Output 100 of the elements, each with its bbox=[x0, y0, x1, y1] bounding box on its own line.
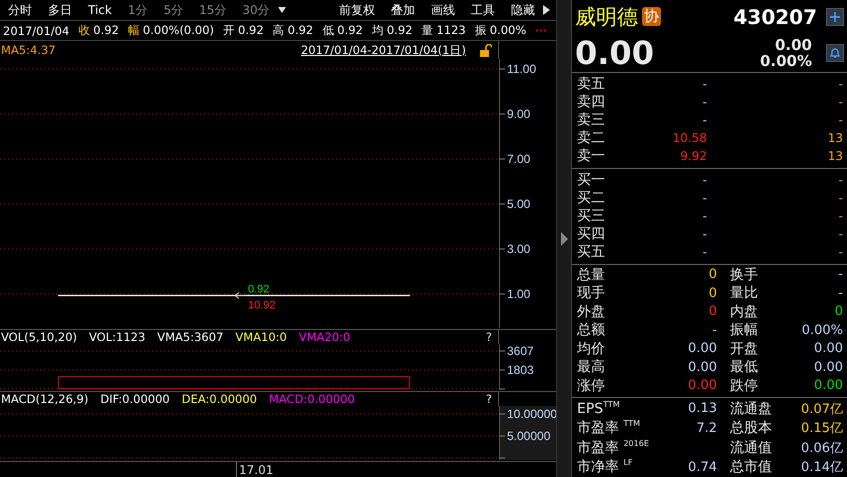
macd-legend: DEA:0.00000 bbox=[182, 392, 257, 406]
metric-label: 总市值 bbox=[729, 458, 773, 476]
order-label: 卖一 bbox=[577, 146, 606, 164]
volume-legend: VMA10:0 bbox=[235, 330, 287, 344]
quote-value: 0.00% bbox=[490, 23, 526, 38]
quote-label: 幅 bbox=[128, 23, 140, 38]
plus-icon[interactable] bbox=[830, 12, 840, 22]
axis-label: 11.00 bbox=[507, 62, 536, 76]
date-range-link[interactable]: 2017/01/04-2017/01/04(1日) bbox=[300, 42, 466, 58]
macd-legend: MACD:0.00000 bbox=[268, 392, 355, 406]
price-change: 0.00 bbox=[774, 36, 812, 52]
stat-label: 涨停 bbox=[577, 376, 606, 395]
metric-label: 流通值 bbox=[729, 438, 773, 457]
stat-label: 换手 bbox=[729, 266, 759, 284]
axis-label: 1.00 bbox=[507, 287, 530, 301]
metric-label: 市盈率 $^{TTM}$ bbox=[577, 419, 641, 438]
quote-label: 开 bbox=[223, 23, 236, 38]
help-link[interactable]: ? bbox=[486, 330, 492, 344]
order-price: - bbox=[702, 112, 707, 126]
metric-label: 市净率 $^{LF}$ bbox=[577, 458, 634, 476]
volume-legend: VOL(5,10,20) bbox=[1, 330, 77, 344]
bell-icon[interactable] bbox=[829, 46, 841, 58]
metric-value: 7.2 bbox=[695, 420, 717, 436]
order-volume: - bbox=[838, 226, 843, 240]
volume-legend: VMA20:0 bbox=[298, 330, 350, 344]
macd-legend: DIF:0.00000 bbox=[100, 392, 170, 406]
metric-value: 0.06亿 bbox=[800, 440, 843, 457]
stat-label: 最高 bbox=[577, 358, 606, 376]
stat-value: 0.00 bbox=[813, 378, 843, 394]
order-price: - bbox=[702, 244, 707, 258]
more-icon[interactable] bbox=[535, 29, 548, 32]
toolbar-button[interactable]: 工具 bbox=[463, 2, 503, 18]
stat-value: 0 bbox=[708, 286, 717, 301]
order-price: - bbox=[702, 226, 707, 240]
stat-value: 0.00 bbox=[813, 360, 843, 375]
quote-label: 振 bbox=[474, 23, 487, 38]
order-volume: - bbox=[838, 172, 843, 186]
quote-value: 1123 bbox=[436, 23, 466, 38]
metric-value: 0.14亿 bbox=[800, 459, 843, 476]
stat-value: 0.00 bbox=[687, 341, 717, 356]
add-button[interactable] bbox=[826, 8, 844, 26]
bell-button[interactable] bbox=[826, 44, 844, 62]
toolbar-button[interactable]: 隐藏 bbox=[503, 2, 543, 18]
ma-legend: MA5:4.37 bbox=[1, 43, 56, 57]
order-label: 买五 bbox=[577, 242, 606, 260]
order-label: 卖五 bbox=[577, 74, 606, 92]
collapse-icon[interactable] bbox=[560, 232, 568, 246]
metric-value: 0.13 bbox=[687, 401, 717, 416]
metric-label: EPS$^{TTM}$ bbox=[577, 400, 621, 417]
quote-value: 0.92 bbox=[93, 23, 119, 38]
help-link[interactable]: ? bbox=[486, 392, 492, 406]
toolbar-button[interactable]: 画线 bbox=[423, 2, 463, 18]
volume-legend: VMA5:3607 bbox=[157, 330, 224, 344]
stock-name: 威明德 bbox=[575, 4, 638, 31]
period-tab[interactable]: 分时 bbox=[0, 2, 40, 18]
metric-label: 总股本 bbox=[729, 419, 773, 438]
period-tab[interactable]: 多日 bbox=[40, 2, 80, 18]
stat-value: 0.00 bbox=[687, 378, 717, 394]
toolbar-button[interactable]: 叠加 bbox=[383, 2, 423, 18]
period-tab[interactable]: Tick bbox=[80, 3, 120, 17]
stat-label: 开盘 bbox=[729, 340, 759, 358]
lock-icon[interactable] bbox=[480, 44, 492, 56]
axis-label: 5.00 bbox=[507, 197, 530, 211]
metric-label: 流通盘 bbox=[729, 400, 773, 418]
order-volume: - bbox=[838, 76, 843, 90]
order-price: - bbox=[702, 172, 707, 186]
toolbar-button[interactable]: 前复权 bbox=[331, 2, 383, 18]
axis-label: 3.00 bbox=[507, 242, 530, 256]
quote-date: 2017/01/04 bbox=[3, 24, 70, 38]
order-volume: - bbox=[838, 112, 843, 126]
stock-code: 430207 bbox=[734, 4, 817, 29]
order-volume: - bbox=[838, 244, 843, 258]
stat-value: 0 bbox=[834, 304, 843, 320]
quote-value: 0.92 bbox=[238, 23, 264, 38]
stat-label: 总量 bbox=[577, 266, 606, 284]
quote-label: 高 bbox=[272, 23, 285, 38]
percent-change: 0.00% bbox=[760, 52, 812, 68]
order-price: - bbox=[702, 76, 707, 90]
order-price: - bbox=[702, 190, 707, 204]
macd-legend: MACD(12,26,9) bbox=[1, 392, 88, 406]
order-price: 10.58 bbox=[672, 130, 707, 144]
dropdown-icon[interactable] bbox=[278, 7, 286, 13]
order-label: 买四 bbox=[577, 224, 606, 242]
stat-value: 0.00% bbox=[800, 322, 843, 338]
stat-value: - bbox=[837, 267, 843, 282]
stat-label: 振幅 bbox=[729, 321, 759, 340]
time-label: 17.01 bbox=[236, 462, 274, 477]
stat-label: 最低 bbox=[729, 358, 759, 376]
order-label: 卖二 bbox=[577, 128, 606, 146]
stat-value: 0 bbox=[708, 304, 717, 320]
order-volume: - bbox=[838, 208, 843, 222]
axis-label: 3607 bbox=[507, 344, 534, 358]
metric-value: 0.07亿 bbox=[800, 400, 843, 418]
expand-icon[interactable] bbox=[543, 5, 550, 15]
volume-legend: VOL:1123 bbox=[89, 330, 146, 344]
price-label: 10.92 bbox=[248, 300, 276, 312]
order-volume: 13 bbox=[826, 130, 843, 144]
order-price: - bbox=[702, 94, 707, 108]
quote-label: 低 bbox=[322, 23, 334, 38]
order-price: 9.92 bbox=[679, 148, 707, 162]
